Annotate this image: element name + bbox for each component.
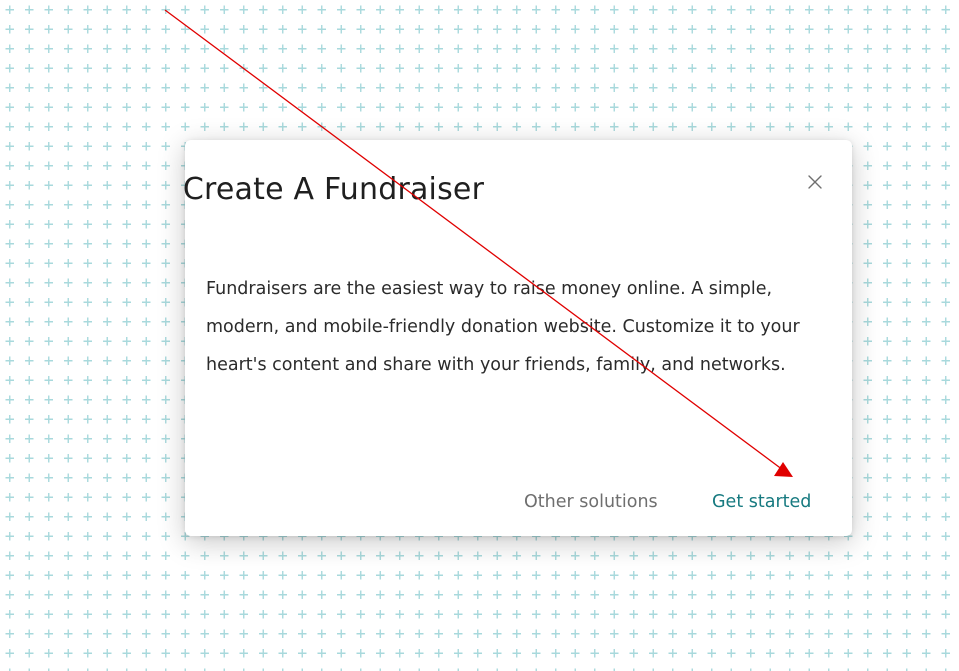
close-icon [808,175,822,189]
other-solutions-button[interactable]: Other solutions [524,488,658,516]
dialog-title: Create A Fundraiser [182,172,485,207]
close-button[interactable] [800,168,830,196]
dialog-description: Fundraisers are the easiest way to raise… [206,279,800,375]
get-started-button[interactable]: Get started [712,488,811,516]
